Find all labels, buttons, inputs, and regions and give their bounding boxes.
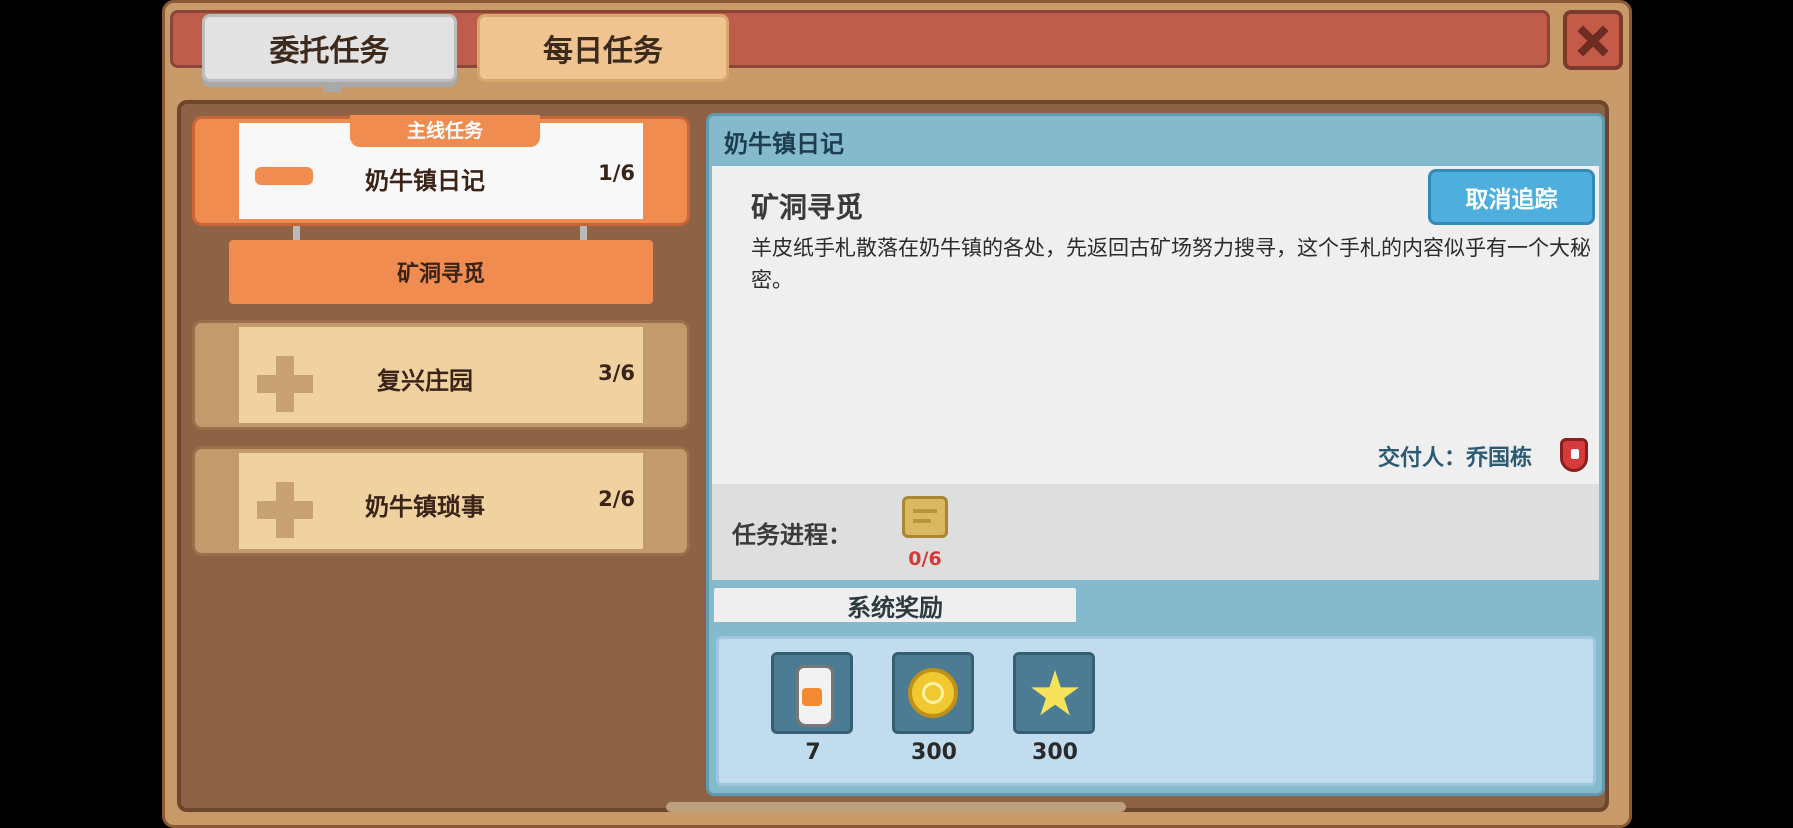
tab-entrust-quests[interactable]: 委托任务	[202, 14, 457, 92]
reward-slot[interactable]	[771, 652, 853, 734]
reward-quantity: 7	[805, 740, 821, 765]
quest-progress-count: 3/6	[598, 361, 635, 385]
quest-name: 矿洞寻觅	[751, 191, 864, 224]
reward-slot[interactable]: ★	[1013, 652, 1095, 734]
detail-header: 奶牛镇日记	[724, 130, 844, 158]
quest-giver: 交付人：乔国栋	[1378, 446, 1533, 471]
star-icon: ★	[1027, 657, 1083, 730]
quest-item[interactable]: 奶牛镇琐事 2/6	[192, 446, 690, 556]
close-button[interactable]	[1563, 10, 1623, 70]
horizontal-scrollbar[interactable]	[666, 802, 1126, 812]
main-quest-tag: 主线任务	[350, 115, 540, 147]
milk-bottle-icon	[796, 665, 834, 727]
tab-daily-quests[interactable]: 每日任务	[477, 14, 729, 82]
quest-title: 奶牛镇琐事	[365, 493, 485, 521]
parchment-icon	[902, 496, 948, 538]
sub-quest-item[interactable]: 矿洞寻觅	[229, 240, 653, 304]
reward-quantity: 300	[911, 740, 957, 765]
collapse-minus-icon[interactable]	[255, 167, 313, 185]
locate-pin-icon[interactable]	[1560, 438, 1588, 472]
quest-progress-count: 2/6	[598, 487, 635, 511]
gold-coin-icon	[908, 668, 958, 718]
reward-quantity: 300	[1032, 740, 1078, 765]
quest-item-active[interactable]: 主线任务 奶牛镇日记 1/6	[192, 115, 690, 226]
quest-description: 羊皮纸手札散落在奶牛镇的各处，先返回古矿场努力搜寻，这个手札的内容似乎有一个大秘…	[751, 236, 1591, 292]
expand-plus-icon[interactable]	[257, 356, 313, 412]
untrack-button[interactable]: 取消追踪	[1428, 169, 1595, 225]
reward-slot[interactable]	[892, 652, 974, 734]
quest-title: 奶牛镇日记	[365, 167, 485, 195]
expand-plus-icon[interactable]	[257, 482, 313, 538]
progress-count: 0/6	[908, 548, 942, 570]
quest-progress-count: 1/6	[598, 161, 635, 185]
quest-item[interactable]: 复兴庄园 3/6	[192, 320, 690, 430]
progress-label: 任务进程：	[732, 521, 852, 549]
tab-system-rewards[interactable]: 系统奖励	[710, 584, 1080, 626]
quest-title: 复兴庄园	[377, 367, 473, 395]
